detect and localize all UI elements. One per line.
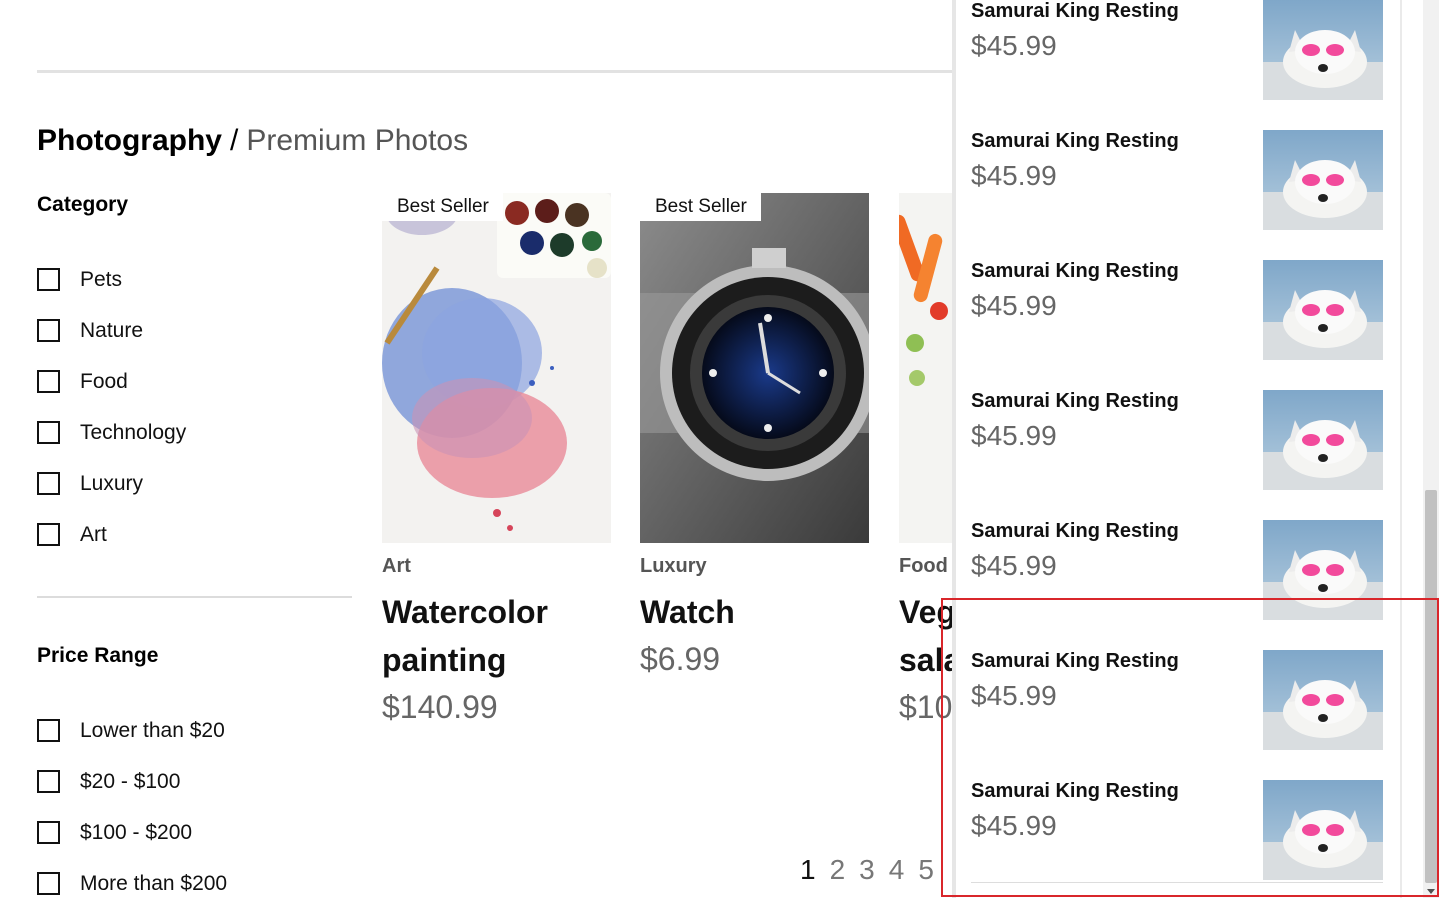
category-option-label: Luxury xyxy=(80,471,144,495)
page-2-link[interactable]: 2 xyxy=(830,854,846,886)
category-option-label: Pets xyxy=(80,267,123,291)
category-option-food[interactable]: Food xyxy=(37,356,186,407)
breadcrumb-section[interactable]: Photography xyxy=(37,124,222,157)
scroll-down-arrow-icon[interactable] xyxy=(1427,889,1435,894)
checkbox[interactable] xyxy=(37,421,60,444)
checkbox[interactable] xyxy=(37,719,60,742)
category-filter-heading: Category xyxy=(37,193,129,216)
checkbox[interactable] xyxy=(37,523,60,546)
cart-item-price: $45.99 xyxy=(971,420,1057,451)
product-price: $10 xyxy=(899,689,952,725)
category-option-label: Food xyxy=(80,369,128,393)
filter-divider xyxy=(37,596,352,598)
checkbox[interactable] xyxy=(37,821,60,844)
vegetables-image[interactable] xyxy=(899,193,952,543)
checkbox[interactable] xyxy=(37,370,60,393)
price-option-over-200[interactable]: More than $200 xyxy=(37,858,227,898)
cart-item-price: $45.99 xyxy=(971,680,1057,711)
cart-item[interactable]: Samurai King Resting $45.99 xyxy=(971,260,1383,360)
cart-item[interactable]: Samurai King Resting $45.99 xyxy=(971,520,1383,620)
cart-item-name: Samurai King Resting xyxy=(971,520,1179,542)
best-seller-badge: Best Seller xyxy=(640,193,761,221)
category-option-label: Technology xyxy=(80,420,187,444)
cart-divider xyxy=(971,882,1383,883)
dog-image[interactable] xyxy=(1263,390,1383,490)
breadcrumb: Photography / Premium Photos xyxy=(37,124,468,158)
category-option-label: Nature xyxy=(80,318,144,342)
product-category: Luxury xyxy=(640,555,707,577)
product-category: Food xyxy=(899,555,948,577)
cart-item[interactable]: Samurai King Resting $45.99 xyxy=(971,0,1383,100)
watch-image[interactable]: Best Seller xyxy=(640,193,869,543)
category-option-label: Art xyxy=(80,522,107,546)
cart-item-price: $45.99 xyxy=(971,30,1057,61)
watercolor-image[interactable]: Best Seller xyxy=(382,193,611,543)
dog-image[interactable] xyxy=(1263,0,1383,100)
best-seller-badge: Best Seller xyxy=(382,193,503,221)
cart-item[interactable]: Samurai King Resting $45.99 xyxy=(971,390,1383,490)
product-card[interactable]: Best Seller Luxury Watch $6.99 xyxy=(640,193,869,682)
category-option-luxury[interactable]: Luxury xyxy=(37,458,186,509)
cart-item-price: $45.99 xyxy=(971,810,1057,841)
checkbox[interactable] xyxy=(37,770,60,793)
category-option-technology[interactable]: Technology xyxy=(37,407,186,458)
dog-image[interactable] xyxy=(1263,260,1383,360)
dog-image[interactable] xyxy=(1263,650,1383,750)
cart-item-name: Samurai King Resting xyxy=(971,650,1179,672)
product-title[interactable]: Vegsala xyxy=(899,588,952,684)
cart-panel: Samurai King Resting $45.99 Samurai King… xyxy=(952,0,1439,898)
breadcrumb-subsection: Premium Photos xyxy=(246,124,469,157)
price-option-label: More than $200 xyxy=(80,871,228,895)
page-5-link[interactable]: 5 xyxy=(918,854,934,886)
top-divider xyxy=(37,70,952,73)
page-4-link[interactable]: 4 xyxy=(889,854,905,886)
product-price: $140.99 xyxy=(382,689,498,725)
breadcrumb-separator: / xyxy=(230,124,239,157)
cart-item[interactable]: Samurai King Resting $45.99 xyxy=(971,780,1383,880)
dog-image[interactable] xyxy=(1263,130,1383,230)
page-3-link[interactable]: 3 xyxy=(859,854,875,886)
scrollbar[interactable] xyxy=(1423,0,1439,898)
checkbox[interactable] xyxy=(37,319,60,342)
cart-panel-edge xyxy=(1400,0,1402,898)
cart-item-name: Samurai King Resting xyxy=(971,260,1179,282)
product-title[interactable]: Watch xyxy=(640,588,869,636)
cart-item[interactable]: Samurai King Resting $45.99 xyxy=(971,650,1383,750)
price-option-20-100[interactable]: $20 - $100 xyxy=(37,756,227,807)
cart-item-price: $45.99 xyxy=(971,550,1057,581)
price-range-heading: Price Range xyxy=(37,644,159,667)
price-option-label: $20 - $100 xyxy=(80,769,181,793)
category-option-art[interactable]: Art xyxy=(37,509,186,560)
product-title[interactable]: Watercolor painting xyxy=(382,588,611,684)
price-option-under-20[interactable]: Lower than $20 xyxy=(37,705,227,756)
product-category: Art xyxy=(382,555,411,577)
scrollbar-thumb[interactable] xyxy=(1425,490,1437,883)
category-filter-list: Pets Nature Food Technology Luxury Art xyxy=(37,254,186,560)
checkbox[interactable] xyxy=(37,872,60,895)
price-option-label: $100 - $200 xyxy=(80,820,193,844)
product-price: $6.99 xyxy=(640,641,721,677)
category-option-pets[interactable]: Pets xyxy=(37,254,186,305)
product-grid: Best Seller Art Watercolor painting $140.… xyxy=(382,193,952,753)
price-option-label: Lower than $20 xyxy=(80,718,225,742)
pagination: 1 2 3 4 5 xyxy=(800,854,934,886)
cart-item-name: Samurai King Resting xyxy=(971,780,1179,802)
checkbox[interactable] xyxy=(37,268,60,291)
price-range-list: Lower than $20 $20 - $100 $100 - $200 Mo… xyxy=(37,705,227,898)
price-option-100-200[interactable]: $100 - $200 xyxy=(37,807,227,858)
page-1-link[interactable]: 1 xyxy=(800,854,816,886)
product-card[interactable]: Food Vegsala $10 xyxy=(899,193,952,730)
cart-item-price: $45.99 xyxy=(971,160,1057,191)
cart-item[interactable]: Samurai King Resting $45.99 xyxy=(971,130,1383,230)
dog-image[interactable] xyxy=(1263,520,1383,620)
cart-item-name: Samurai King Resting xyxy=(971,390,1179,412)
checkbox[interactable] xyxy=(37,472,60,495)
cart-item-name: Samurai King Resting xyxy=(971,130,1179,152)
category-option-nature[interactable]: Nature xyxy=(37,305,186,356)
product-card[interactable]: Best Seller Art Watercolor painting $140.… xyxy=(382,193,611,730)
cart-item-name: Samurai King Resting xyxy=(971,0,1179,22)
dog-image[interactable] xyxy=(1263,780,1383,880)
cart-item-price: $45.99 xyxy=(971,290,1057,321)
